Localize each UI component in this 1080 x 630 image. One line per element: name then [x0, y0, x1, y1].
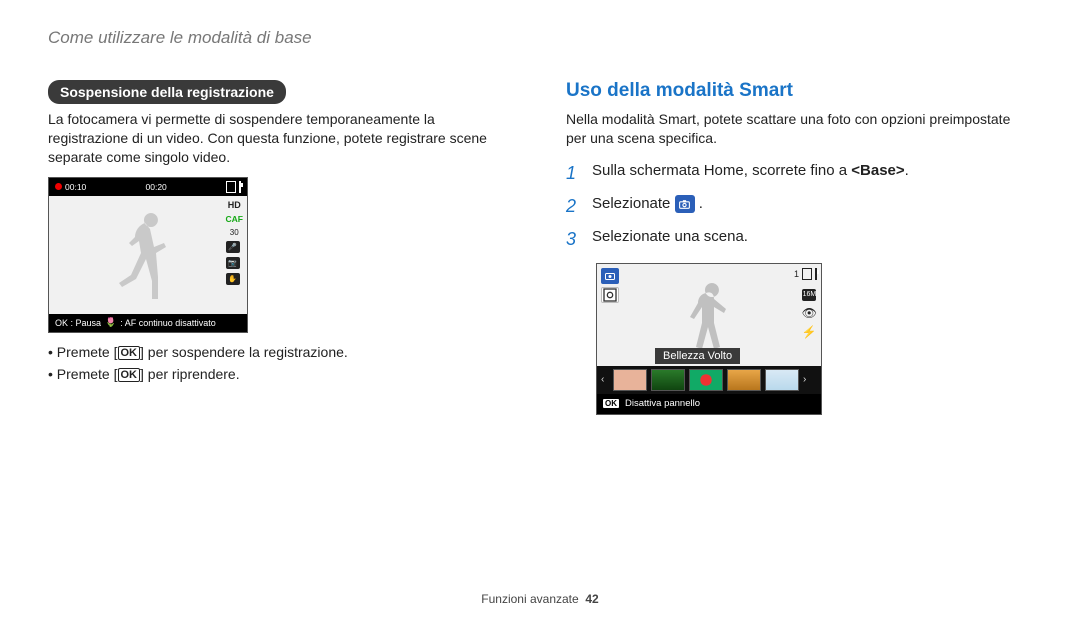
step-number: 2 — [566, 193, 582, 220]
step-number: 3 — [566, 226, 582, 253]
intro-text: La fotocamera vi permette di sospendere … — [48, 110, 514, 167]
bullet-1: Premete [OK] per sospendere la registraz… — [48, 341, 514, 363]
macro-icon: 🌷 — [105, 317, 116, 328]
camera-icon: 📷 — [226, 257, 240, 269]
section-heading: Uso della modalità Smart — [566, 80, 1032, 102]
scene-thumbnails: ‹ › — [597, 366, 821, 394]
mic-icon: 🎤 — [226, 241, 240, 253]
flash-icon: ⚡ — [802, 325, 817, 339]
ok-key-icon: OK — [118, 346, 141, 360]
lcd-hint-left: OK : Pausa — [55, 318, 101, 328]
mode-chip-target — [601, 287, 619, 303]
smart-mode-icon — [675, 195, 695, 213]
subsection-pill: Sospensione della registrazione — [48, 80, 286, 104]
mode-chip-camera — [601, 268, 619, 284]
lcd2-bottom-bar: OK Disattiva pannello — [597, 394, 821, 414]
size-badge: 16M — [802, 289, 816, 301]
eye-icon: 👁 — [802, 306, 817, 320]
fps-indicator: 30 — [226, 228, 243, 237]
caf-indicator: CAF — [226, 214, 243, 224]
total-time: 00:20 — [146, 182, 167, 192]
lcd-hint-right: : AF continuo disattivato — [120, 318, 216, 328]
lcd2-canvas: 1 16M 👁 ⚡ Bellezza Volto — [597, 264, 821, 394]
hd-badge: HD — [226, 200, 243, 210]
lcd2-hint: Disattiva pannello — [625, 398, 700, 409]
scene-label: Bellezza Volto — [655, 348, 740, 364]
shot-count: 1 — [794, 269, 799, 279]
thumb-face — [613, 369, 647, 391]
sd-icon — [226, 181, 236, 193]
hand-icon: ✋ — [226, 273, 240, 285]
camera-preview-large: 1 16M 👁 ⚡ Bellezza Volto — [596, 263, 822, 415]
lcd-bottom-bar: OK : Pausa 🌷 : AF continuo disattivato — [49, 314, 247, 332]
page-footer: Funzioni avanzate 42 — [0, 592, 1080, 606]
thumb-night — [651, 369, 685, 391]
lcd-canvas: HD CAF 30 🎤 📷 ✋ — [49, 196, 247, 314]
thumb-sunset — [727, 369, 761, 391]
chevron-left-icon: ‹ — [601, 374, 609, 385]
camera-preview-small: 00:10 00:20 HD CAF 30 🎤 📷 ✋ — [48, 177, 248, 333]
bullet-2: Premete [OK] per riprendere. — [48, 363, 514, 385]
thumb-macro — [689, 369, 723, 391]
lcd-top-bar: 00:10 00:20 — [49, 178, 247, 196]
thumb-action — [765, 369, 799, 391]
ok-key-icon: OK — [118, 368, 141, 382]
step-1-text: Sulla schermata Home, scorrete fino a <B… — [592, 160, 909, 183]
chevron-right-icon: › — [803, 374, 811, 385]
page-number: 42 — [585, 592, 598, 606]
dancer-silhouette-icon — [113, 205, 183, 305]
battery-icon — [239, 182, 241, 192]
elapsed-time: 00:10 — [65, 182, 86, 192]
section-intro: Nella modalità Smart, potete scattare un… — [566, 110, 1032, 148]
breadcrumb: Come utilizzare le modalità di base — [48, 28, 1032, 48]
record-icon — [55, 183, 62, 190]
ok-badge: OK — [603, 399, 619, 408]
step-3-text: Selezionate una scena. — [592, 226, 748, 249]
footer-section: Funzioni avanzate — [481, 592, 578, 606]
step-2-text: Selezionate . — [592, 193, 703, 216]
step-number: 1 — [566, 160, 582, 187]
